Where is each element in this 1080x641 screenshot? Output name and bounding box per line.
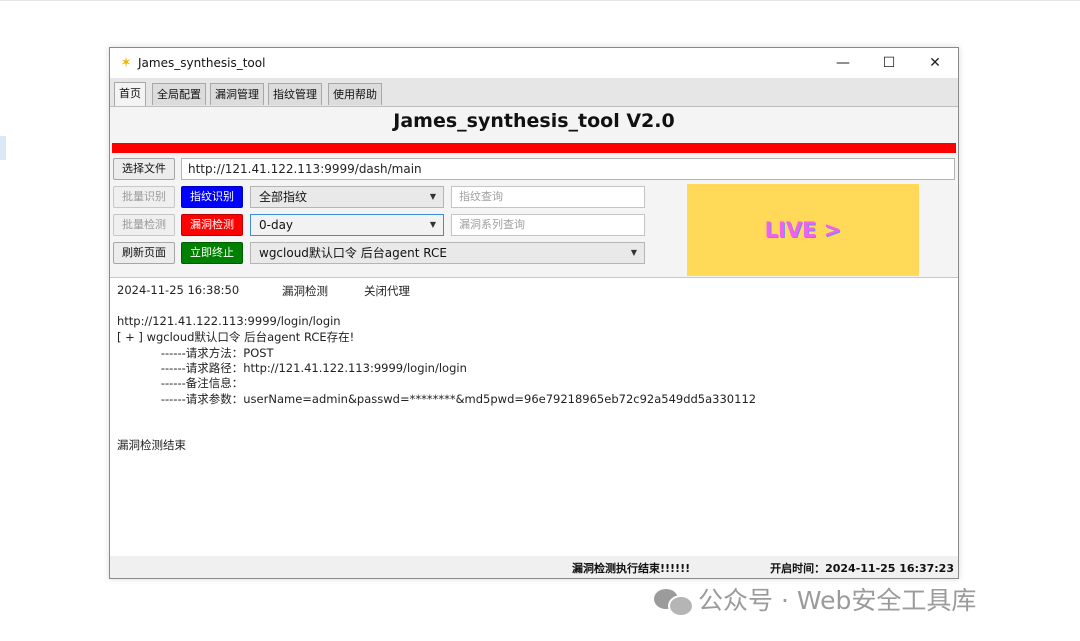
log-line: ------请求路径：http://121.41.122.113:9999/lo…	[117, 361, 467, 375]
log-proxy: 关闭代理	[364, 284, 410, 298]
app-logo-icon: ✶	[120, 55, 132, 71]
fingerprint-select-value: 全部指纹	[259, 190, 308, 204]
fingerprint-select[interactable]: 全部指纹 ▼	[250, 186, 444, 208]
title-bar[interactable]: ✶ James_synthesis_tool — ☐ ✕	[110, 48, 958, 78]
maximize-button[interactable]: ☐	[866, 48, 912, 78]
app-window: ✶ James_synthesis_tool — ☐ ✕ 首页 全局配置 漏洞管…	[109, 47, 959, 579]
log-line: ------请求参数：userName=admin&passwd=*******…	[117, 392, 757, 406]
vuln-type-select[interactable]: 0-day ▼	[250, 214, 444, 236]
close-button[interactable]: ✕	[912, 48, 958, 78]
vuln-type-select-value: 0-day	[259, 218, 294, 232]
log-timestamp: 2024-11-25 16:38:50	[117, 283, 240, 297]
batch-identify-button[interactable]: 批量识别	[113, 186, 175, 208]
vuln-detect-button[interactable]: 漏洞检测	[181, 214, 243, 236]
wechat-icon	[654, 585, 694, 617]
poc-select-value: wgcloud默认口令 后台agent RCE	[259, 246, 447, 260]
log-line: ------请求方法：POST	[117, 346, 274, 360]
log-end-line: 漏洞检测结束	[117, 438, 186, 452]
chevron-down-icon: ▼	[429, 220, 436, 229]
log-action: 漏洞检测	[282, 284, 328, 298]
minimize-button[interactable]: —	[820, 48, 866, 78]
select-file-button[interactable]: 选择文件	[113, 158, 175, 180]
progress-bar	[112, 143, 956, 153]
refresh-page-button[interactable]: 刷新页面	[113, 242, 175, 264]
tab-help[interactable]: 使用帮助	[328, 83, 382, 105]
page-top-border	[0, 0, 1080, 1]
url-input[interactable]: http://121.41.122.113:9999/dash/main	[181, 158, 955, 180]
watermark-text: 公众号 · Web安全工具库	[698, 586, 977, 615]
log-line: ------备注信息：	[117, 376, 244, 390]
live-banner-text: LIVE >	[764, 218, 842, 242]
stop-now-button[interactable]: 立即终止	[181, 242, 243, 264]
tab-global-config[interactable]: 全局配置	[152, 83, 206, 105]
background-window-edge	[0, 136, 6, 160]
status-start-time: 开启时间：2024-11-25 16:37:23	[770, 562, 954, 575]
chevron-down-icon: ▼	[429, 192, 436, 201]
vuln-series-search-input[interactable]: 漏洞系列查询	[451, 214, 645, 236]
tab-home[interactable]: 首页	[114, 82, 146, 106]
tab-bar: 首页 全局配置 漏洞管理 指纹管理 使用帮助	[110, 78, 958, 107]
poc-select[interactable]: wgcloud默认口令 后台agent RCE ▼	[250, 242, 645, 264]
chevron-down-icon: ▼	[630, 248, 637, 257]
log-line: [ + ] wgcloud默认口令 后台agent RCE存在!	[117, 330, 355, 344]
log-line: http://121.41.122.113:9999/login/login	[117, 314, 341, 328]
tab-vuln-management[interactable]: 漏洞管理	[210, 83, 264, 105]
status-bar: 漏洞检测执行结束!!!!!! 开启时间：2024-11-25 16:37:23	[110, 556, 958, 578]
status-message: 漏洞检测执行结束!!!!!!	[572, 562, 691, 575]
watermark: 公众号 · Web安全工具库	[654, 582, 977, 617]
fingerprint-identify-button[interactable]: 指纹识别	[181, 186, 243, 208]
tab-fingerprint-management[interactable]: 指纹管理	[268, 83, 322, 105]
fingerprint-search-input[interactable]: 指纹查询	[451, 186, 645, 208]
live-banner[interactable]: LIVE >	[687, 184, 919, 276]
batch-detect-button[interactable]: 批量检测	[113, 214, 175, 236]
window-title: James_synthesis_tool	[138, 56, 266, 70]
app-heading: James_synthesis_tool V2.0	[393, 110, 675, 132]
log-output[interactable]: 2024-11-25 16:38:50 漏洞检测 关闭代理 http://121…	[110, 277, 958, 557]
